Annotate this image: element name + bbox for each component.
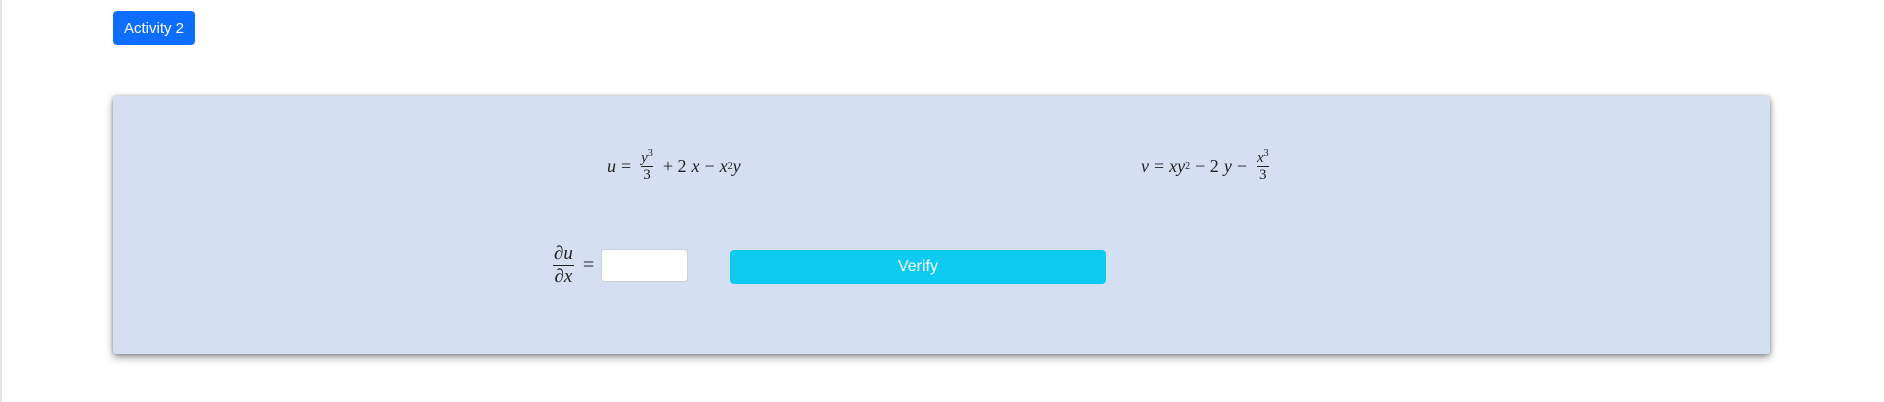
minus-sign: − bbox=[1236, 156, 1247, 176]
activity-card bbox=[113, 96, 1770, 354]
term-minus-2: − 2 bbox=[1195, 156, 1219, 176]
equation-u: u = y3 3 + 2x − x2y bbox=[607, 148, 741, 184]
partial-derivative-label: ∂u ∂x = bbox=[549, 243, 599, 288]
exponent: 3 bbox=[1263, 148, 1269, 159]
var-x: x bbox=[1169, 156, 1178, 176]
var-y: y bbox=[641, 150, 648, 166]
partial-denominator: ∂x bbox=[552, 265, 575, 287]
activity-2-button[interactable]: Activity 2 bbox=[113, 11, 195, 45]
var-y: y bbox=[732, 156, 741, 176]
term-plus-2: + 2 bbox=[662, 156, 687, 176]
var-v: v bbox=[1141, 156, 1149, 176]
var-u: u bbox=[607, 156, 616, 176]
var-y: y bbox=[1177, 156, 1186, 176]
equals-sign: = bbox=[621, 156, 632, 176]
exponent: 3 bbox=[647, 148, 653, 159]
equation-v: v = xy2 − 2y − x3 3 bbox=[1141, 148, 1271, 184]
var-y: y bbox=[1223, 156, 1232, 176]
var-x: x bbox=[719, 156, 728, 176]
fraction-y-cubed-over-3: y3 3 bbox=[639, 148, 655, 184]
fraction-denominator: 3 bbox=[1257, 166, 1269, 183]
equals-sign: = bbox=[1154, 156, 1165, 176]
fraction-numerator: y3 bbox=[639, 148, 655, 167]
fraction-x-cubed-over-3: x3 3 bbox=[1255, 148, 1271, 184]
answer-input[interactable] bbox=[601, 249, 688, 282]
fraction-numerator: x3 bbox=[1255, 148, 1271, 167]
partial-numerator: ∂u bbox=[554, 243, 573, 264]
partial-fraction: ∂u ∂x bbox=[552, 243, 575, 288]
equals-sign: = bbox=[582, 254, 595, 276]
var-x: x bbox=[1256, 150, 1264, 166]
verify-button[interactable]: Verify bbox=[730, 250, 1106, 284]
var-x: x bbox=[691, 156, 700, 176]
left-edge-divider bbox=[0, 0, 2, 402]
fraction-denominator: 3 bbox=[641, 166, 653, 183]
minus-sign: − bbox=[704, 156, 715, 176]
